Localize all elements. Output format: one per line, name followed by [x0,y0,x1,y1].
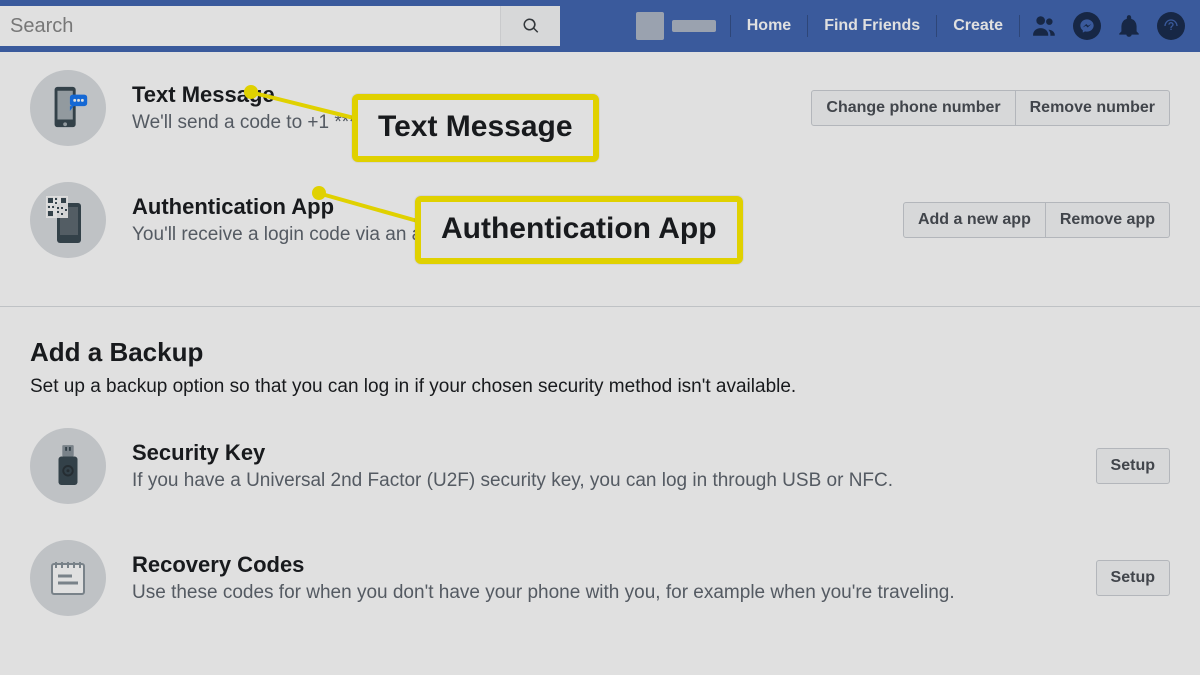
profile-name-placeholder [672,20,716,32]
annotation-dot [244,85,258,99]
security-key-setup-button[interactable]: Setup [1096,448,1170,484]
recovery-codes-icon [30,540,106,616]
backup-desc: Set up a backup option so that you can l… [0,376,1200,410]
search-input[interactable] [0,6,500,46]
avatar [636,12,664,40]
backup-row-recovery-codes: Recovery Codes Use these codes for when … [0,522,1200,634]
nav-find-friends[interactable]: Find Friends [812,0,932,52]
text-message-icon [30,70,106,146]
add-new-app-button[interactable]: Add a new app [903,202,1046,238]
recovery-codes-setup-button[interactable]: Setup [1096,560,1170,596]
usb-key-icon [49,443,87,489]
nav-create[interactable]: Create [941,0,1015,52]
callout-text-message: Text Message [352,94,599,162]
nav-separator [807,15,808,37]
backup-row-security-key: Security Key If you have a Universal 2nd… [0,410,1200,522]
backup-text: Recovery Codes Use these codes for when … [132,550,1070,606]
search-wrap [0,6,560,46]
note-icon [46,556,90,600]
remove-app-button[interactable]: Remove app [1046,202,1170,238]
nav-separator [730,15,731,37]
bell-icon [1116,13,1142,39]
security-key-icon [30,428,106,504]
method-row-text-message: Text Message We'll send a code to +1 ***… [0,52,1200,164]
security-key-desc: If you have a Universal 2nd Factor (U2F)… [132,468,1070,495]
auth-app-actions: Add a new app Remove app [903,202,1170,238]
auth-app-icon [30,182,106,258]
page-root: Home Find Friends Create [0,0,1200,675]
profile-chip[interactable] [626,0,726,52]
annotation-dot [312,186,326,200]
help-button[interactable] [1154,9,1188,43]
nav-home[interactable]: Home [735,0,803,52]
recovery-codes-title: Recovery Codes [132,550,1070,580]
messenger-button[interactable] [1070,9,1104,43]
change-phone-number-button[interactable]: Change phone number [811,90,1015,126]
friend-requests-button[interactable] [1028,9,1062,43]
security-key-title: Security Key [132,438,1070,468]
recovery-codes-actions: Setup [1096,560,1170,596]
search-button[interactable] [500,6,560,46]
messenger-icon [1079,18,1095,34]
security-key-actions: Setup [1096,448,1170,484]
help-icon [1163,18,1179,34]
friends-icon [1032,13,1058,39]
recovery-codes-desc: Use these codes for when you don't have … [132,580,1070,607]
callout-authentication-app: Authentication App [415,196,743,264]
remove-number-button[interactable]: Remove number [1016,90,1170,126]
top-nav-bar: Home Find Friends Create [0,0,1200,52]
qr-phone-icon [43,195,93,245]
notifications-button[interactable] [1112,9,1146,43]
backup-text: Security Key If you have a Universal 2nd… [132,438,1070,494]
backup-heading: Add a Backup [0,307,1200,376]
nav-separator [936,15,937,37]
nav-separator [1019,15,1020,37]
text-message-actions: Change phone number Remove number [811,90,1170,126]
search-icon [522,17,540,35]
phone-icon [45,85,91,131]
